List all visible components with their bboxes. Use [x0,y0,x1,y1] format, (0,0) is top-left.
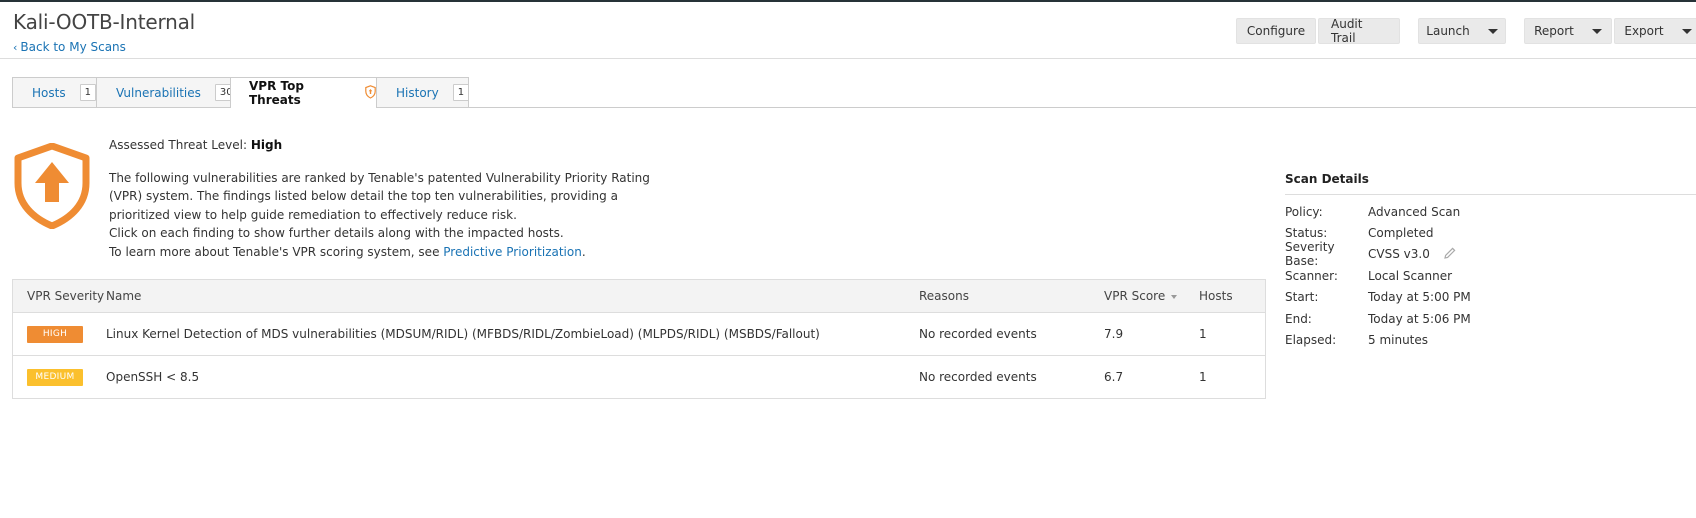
detail-value: Today at 5:00 PM [1368,290,1471,305]
detail-row: Scanner: Local Scanner [1285,265,1696,286]
vuln-score: 6.7 [1104,370,1124,384]
caret-down-icon [1681,28,1692,34]
back-link-label: Back to My Scans [20,40,126,54]
detail-row: Policy: Advanced Scan [1285,201,1696,222]
page-header: Kali-OOTB-Internal ‹ Back to My Scans [13,10,195,54]
toolbar: Configure Audit Trail Launch Report Expo… [1236,17,1696,45]
configure-button[interactable]: Configure [1236,18,1316,44]
detail-value: Today at 5:06 PM [1368,311,1471,326]
intro-click-hint: Click on each finding to show further de… [109,226,564,240]
count-badge: 1 [79,84,96,101]
threat-label: Assessed Threat Level: [109,138,247,152]
table-row[interactable]: MEDIUM OpenSSH < 8.5 No recorded events … [13,356,1265,398]
sort-desc-icon [1171,294,1178,299]
vuln-hosts: 1 [1199,327,1207,341]
detail-row: Elapsed: 5 minutes [1285,329,1696,350]
tab-vulnerabilities[interactable]: Vulnerabilities 30 [96,77,238,107]
export-label: Export [1624,24,1664,38]
learn-more-text: To learn more about Tenable's VPR scorin… [109,244,440,259]
detail-label: Severity Base: [1285,240,1335,269]
threat-value: High [250,138,283,152]
detail-row: End: Today at 5:06 PM [1285,308,1696,329]
vuln-score: 7.9 [1104,327,1124,341]
vuln-reasons: No recorded events [919,370,1037,384]
vuln-name: OpenSSH < 8.5 [106,370,200,384]
col-vpr-score-label: VPR Score [1104,289,1166,303]
scan-details-title: Scan Details [1285,172,1696,195]
severity-badge: HIGH [27,326,83,343]
report-button[interactable]: Report [1524,18,1612,44]
detail-row: Severity Base: CVSS v3.0 [1285,240,1696,268]
period: . [581,244,586,259]
col-vpr-score[interactable]: VPR Score [1104,289,1199,303]
tab-history[interactable]: History 1 [376,77,470,107]
launch-label: Launch [1426,24,1470,38]
export-button[interactable]: Export [1614,18,1696,44]
col-reasons[interactable]: Reasons [919,289,1104,303]
intro-paragraph: The following vulnerabilities are ranked… [109,170,650,222]
detail-label: Policy: [1285,204,1323,219]
tab-label: Vulnerabilities [116,85,201,100]
audit-trail-button[interactable]: Audit Trail [1318,17,1400,45]
detail-value: 5 minutes [1368,333,1429,348]
shield-up-arrow-icon [14,142,90,232]
report-label: Report [1534,24,1574,38]
detail-value: CVSS v3.0 [1368,247,1430,262]
col-vpr-severity[interactable]: VPR Severity [13,289,106,303]
scan-details-panel: Scan Details Policy: Advanced Scan Status… [1285,172,1696,351]
detail-value: Advanced Scan [1368,204,1461,219]
header-divider [0,58,1696,59]
detail-label: Start: [1285,290,1319,305]
tab-label: VPR Top Threats [249,79,304,107]
scan-tabs: Hosts 1 Vulnerabilities 30 VPR Top Threa… [12,77,1696,108]
launch-button[interactable]: Launch [1418,18,1506,44]
table-row[interactable]: HIGH Linux Kernel Detection of MDS vulne… [13,313,1265,356]
vuln-hosts: 1 [1199,370,1207,384]
tab-hosts[interactable]: Hosts 1 [12,77,97,107]
back-to-scans-link[interactable]: ‹ Back to My Scans [13,40,195,54]
page-title: Kali-OOTB-Internal [13,10,196,34]
vuln-reasons: No recorded events [919,327,1037,341]
tab-label: Hosts [32,85,66,100]
threat-intro: Assessed Threat Level: High The followin… [109,136,669,261]
tab-vpr-top-threats[interactable]: VPR Top Threats [230,77,377,108]
severity-badge: MEDIUM [27,369,83,386]
shield-icon [365,84,376,102]
count-badge: 1 [452,84,470,101]
detail-label: End: [1285,311,1312,326]
detail-label: Status: [1285,226,1328,241]
predictive-prioritization-link[interactable]: Predictive Prioritization [443,245,582,259]
tab-label: History [396,85,439,100]
vuln-name: Linux Kernel Detection of MDS vulnerabil… [106,327,820,341]
detail-label: Elapsed: [1285,333,1337,348]
intro-learn-more: To learn more about Tenable's VPR scorin… [109,243,669,262]
detail-value: Completed [1368,226,1434,241]
pencil-icon[interactable] [1444,247,1456,262]
chevron-left-icon: ‹ [13,41,18,54]
vpr-threats-table: VPR Severity Name Reasons VPR Score Host… [12,279,1266,399]
detail-label: Scanner: [1285,268,1338,283]
caret-down-icon [1591,28,1602,34]
threat-level: Assessed Threat Level: High [109,136,669,155]
detail-value: Local Scanner [1368,268,1453,283]
caret-down-icon [1487,28,1498,34]
table-header: VPR Severity Name Reasons VPR Score Host… [13,280,1265,313]
detail-row: Start: Today at 5:00 PM [1285,287,1696,308]
col-hosts[interactable]: Hosts [1199,289,1259,303]
col-name[interactable]: Name [106,289,919,303]
